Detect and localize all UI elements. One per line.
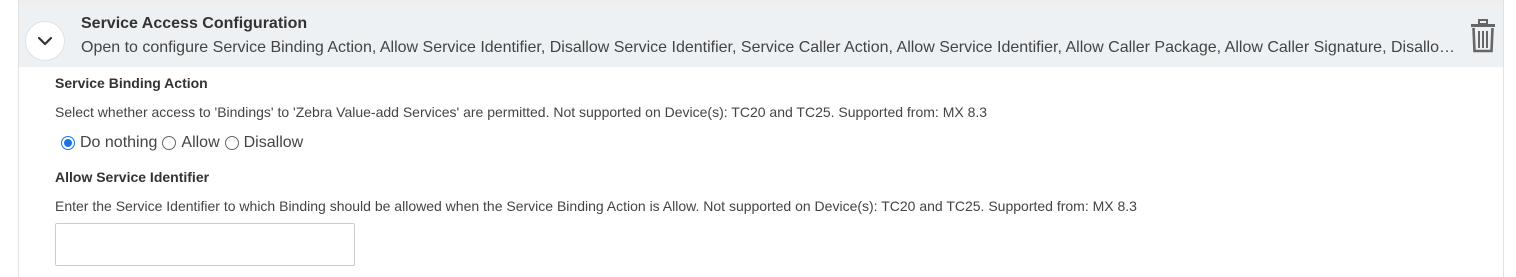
service-binding-action-radio-group: Do nothing Allow Disallow [61,132,303,154]
radio-label-do-nothing: Do nothing [80,134,158,151]
allow-service-identifier-input[interactable] [55,223,355,266]
radio-label-allow: Allow [181,134,220,151]
chevron-down-icon [37,36,53,46]
radio-disallow[interactable] [224,136,239,150]
allow-service-identifier-label: Allow Service Identifier [55,169,210,185]
service-binding-action-description: Select whether access to 'Bindings' to '… [55,104,988,120]
radio-option-disallow[interactable]: Disallow [224,134,304,152]
radio-option-do-nothing[interactable]: Do nothing [61,134,157,152]
service-access-configuration-panel: Service Access Configuration Open to con… [18,0,1504,277]
section-description: Open to configure Service Binding Action… [81,39,1461,56]
radio-allow[interactable] [162,136,177,150]
service-binding-action-label: Service Binding Action [55,75,208,91]
allow-service-identifier-description: Enter the Service Identifier to which Bi… [55,198,1137,214]
delete-section-button[interactable] [1467,19,1499,53]
section-header[interactable]: Service Access Configuration Open to con… [19,5,1503,67]
expand-toggle-button[interactable] [25,21,65,61]
trash-icon [1471,19,1495,53]
radio-option-allow[interactable]: Allow [162,134,220,152]
section-title: Service Access Configuration [81,15,308,32]
radio-do-nothing[interactable] [61,136,75,150]
radio-label-disallow: Disallow [243,134,304,151]
